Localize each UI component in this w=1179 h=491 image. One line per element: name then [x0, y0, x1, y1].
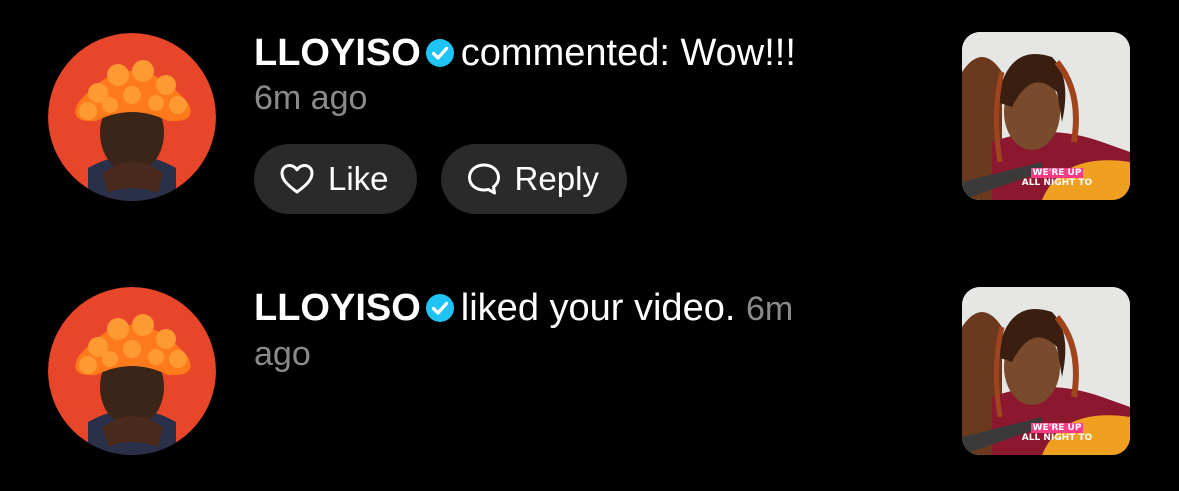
timestamp: 6m [745, 290, 794, 328]
thumbnail-caption: WE'RE UP ALL NIGHT TO [1018, 168, 1096, 188]
action-text: commented: Wow!!! [460, 32, 796, 74]
notification-item[interactable]: LLOYISO liked your video. 6m ago WE'RE U… [0, 285, 1179, 465]
thumbnail-caption: WE'RE UP ALL NIGHT TO [1018, 423, 1096, 443]
notification-text: LLOYISO liked your video. 6m [254, 285, 934, 332]
speech-bubble-icon [467, 163, 500, 195]
notification-content: LLOYISO commented: Wow!!! 6m ago Like Re… [254, 30, 934, 214]
notification-text: LLOYISO commented: Wow!!! [254, 30, 934, 76]
action-text: liked your video. [460, 287, 736, 329]
caption-line-2: ALL NIGHT TO [1021, 178, 1093, 188]
video-thumbnail[interactable]: WE'RE UP ALL NIGHT TO [962, 287, 1130, 455]
avatar-image [48, 287, 216, 455]
notification-content: LLOYISO liked your video. 6m ago [254, 285, 934, 376]
reply-button[interactable]: Reply [440, 144, 627, 214]
notification-item[interactable]: LLOYISO commented: Wow!!! 6m ago Like Re… [0, 30, 1179, 214]
avatar[interactable] [48, 33, 216, 201]
like-button[interactable]: Like [254, 144, 417, 214]
caption-line-1: WE'RE UP [1030, 423, 1084, 433]
like-label: Like [328, 160, 389, 197]
verified-badge-icon [425, 39, 454, 67]
avatar-image [48, 33, 216, 201]
caption-line-1: WE'RE UP [1030, 168, 1084, 178]
reply-label: Reply [514, 160, 599, 197]
heart-icon [280, 164, 314, 194]
timestamp-continued: ago [254, 335, 311, 373]
action-buttons: Like Reply [254, 144, 934, 214]
caption-line-2: ALL NIGHT TO [1021, 433, 1093, 443]
avatar[interactable] [48, 287, 216, 455]
video-thumbnail[interactable]: WE'RE UP ALL NIGHT TO [962, 32, 1130, 200]
timestamp: 6m ago [254, 79, 368, 117]
verified-badge-icon [425, 294, 454, 322]
notifications-list: LLOYISO commented: Wow!!! 6m ago Like Re… [0, 0, 1179, 491]
username[interactable]: LLOYISO [254, 287, 421, 329]
username[interactable]: LLOYISO [254, 32, 421, 74]
